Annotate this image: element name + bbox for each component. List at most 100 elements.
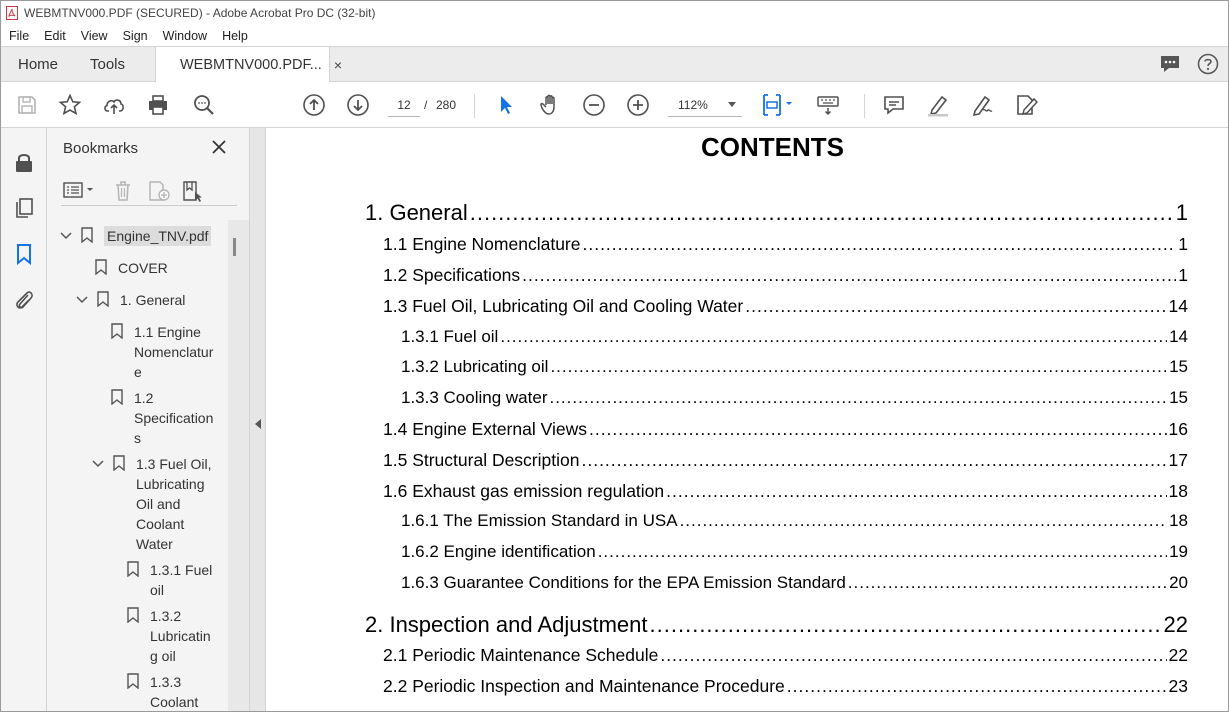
tab-tools[interactable]: Tools [90,47,125,82]
bookmark-icon [127,561,139,577]
toc-entry[interactable]: 1.3 Fuel Oil, Lubricating Oil and Coolin… [383,296,1188,317]
zoom-search-icon[interactable] [192,93,216,117]
bookmark-icon [127,673,139,689]
star-bookmark-icon[interactable] [58,93,82,117]
toc-entry[interactable]: 2. Inspection and Adjustment............… [365,612,1188,638]
menu-sign[interactable]: Sign [114,29,154,43]
bookmark-options-icon[interactable] [63,180,97,200]
bookmarks-scrollbar[interactable] [228,220,249,712]
bookmark-label: 1.1 Engine Nomenclatur e [134,322,213,382]
bookmark-item-general[interactable]: 1. General [75,290,185,310]
lock-icon[interactable] [12,150,36,174]
bookmark-label-line: 1.2 [134,390,154,406]
bookmark-item-coolant[interactable]: 1.3.3 Coolant [127,672,198,712]
zoom-in-icon[interactable] [626,93,650,117]
tab-home[interactable]: Home [18,47,58,82]
page-thumbnails-icon[interactable] [12,196,36,220]
save-icon[interactable] [15,93,39,117]
bookmark-icon [113,455,125,471]
bookmark-icon [111,323,123,339]
draw-signature-icon[interactable] [970,93,994,117]
highlight-pen-icon[interactable] [926,93,950,117]
toc-entry[interactable]: 1.6 Exhaust gas emission regulation.....… [383,481,1188,502]
toc-entry[interactable]: 1.1 Engine Nomenclature.................… [383,234,1188,255]
bookmark-icon [97,291,109,307]
toc-leader-dots: ........................................… [582,234,1176,254]
bookmark-label: 1. General [120,292,186,308]
fill-sign-icon[interactable] [1014,93,1038,117]
fit-page-icon[interactable] [760,93,796,117]
zoom-level-select[interactable]: 112% [668,93,742,117]
toc-entry-page: 17 [1168,450,1188,470]
toc-entry-title: 2. Inspection and Adjustment [365,612,648,637]
page-number-input[interactable]: 12 [388,93,420,117]
chevron-down-icon[interactable] [59,229,73,243]
delete-bookmark-icon[interactable] [113,180,133,202]
close-tab-icon[interactable]: × [334,57,342,73]
hand-tool-icon[interactable] [538,93,562,117]
toc-entry[interactable]: 2.2 Periodic Inspection and Maintenance … [383,676,1188,697]
bookmark-label-line: Nomenclatur [134,344,214,360]
comment-bubble-icon[interactable] [1159,53,1181,75]
bookmark-item-engine-tnv[interactable]: Engine_TNV.pdf [59,226,212,246]
comment-icon[interactable] [882,93,906,117]
toc-entry[interactable]: 1.6.3 Guarantee Conditions for the EPA E… [401,573,1188,593]
left-navigation-rail [0,128,47,712]
document-view[interactable]: CONTENTS 1. General.....................… [266,128,1229,712]
toc-entry[interactable]: 1.6.1 The Emission Standard in USA......… [401,511,1188,531]
menu-view[interactable]: View [72,29,114,43]
bookmark-item-specifications[interactable]: 1.2 Specification s [111,388,213,448]
previous-page-icon[interactable] [302,93,326,117]
toc-entry[interactable]: 2.1 Periodic Maintenance Schedule.......… [383,645,1188,666]
bookmark-item-fuel-oil[interactable]: 1.3 Fuel Oil, Lubricating Oil and Coolant Wa… [91,454,211,554]
menu-file[interactable]: File [0,29,35,43]
toc-entry[interactable]: 1.3.1 Fuel oil..........................… [401,327,1188,347]
toc-leader-dots: ........................................… [679,511,1168,530]
toc-entry-title: 1.6.3 Guarantee Conditions for the EPA E… [401,573,846,592]
bookmark-label-line: Specification [134,410,214,426]
tab-document[interactable]: WEBMTNV000.PDF... × [155,47,342,83]
menu-window[interactable]: Window [154,29,213,43]
toc-entry-title: 1.2 Specifications [383,265,521,285]
menu-help[interactable]: Help [213,29,254,43]
bookmark-item-cover[interactable]: COVER [95,258,168,278]
toc-entry-page: 22 [1163,612,1188,637]
chevron-down-icon[interactable] [75,293,89,307]
toc-entry[interactable]: 1.6.2 Engine identification.............… [401,542,1188,562]
zoom-out-icon[interactable] [582,93,606,117]
attachments-icon[interactable] [12,288,36,312]
print-icon[interactable] [146,93,170,117]
toc-entry-page: 18 [1169,511,1188,530]
menu-edit[interactable]: Edit [35,29,72,43]
select-cursor-icon[interactable] [494,93,518,117]
panel-splitter[interactable] [249,128,266,712]
toc-entry[interactable]: 1. General..............................… [365,200,1188,226]
close-panel-icon[interactable] [211,139,227,155]
toc-entry-title: 1.1 Engine Nomenclature [383,234,581,254]
bookmark-label-line: 1.3.3 [150,674,182,690]
toolbar: 12 / 280 112% [0,82,1229,128]
next-page-icon[interactable] [346,93,370,117]
toc-leader-dots: ........................................… [500,327,1167,346]
bookmarks-panel-icon[interactable] [12,242,36,266]
new-bookmark-icon[interactable] [147,180,171,202]
toc-entry[interactable]: 1.2 Specifications......................… [383,265,1188,286]
toc-entry[interactable]: 1.4 Engine External Views...............… [383,419,1188,440]
bookmark-search-icon[interactable] [181,180,205,202]
bookmark-item-fuel-oil-sub[interactable]: 1.3.1 Fuel oil [127,560,212,600]
toc-entry[interactable]: 1.5 Structural Description..............… [383,450,1188,471]
bookmark-label: 1.3.2 Lubricatin g oil [150,606,211,666]
toc-entry-page: 16 [1168,419,1188,439]
chevron-down-icon[interactable] [91,457,105,471]
cloud-upload-icon[interactable] [102,93,126,117]
toc-leader-dots: ........................................… [666,481,1166,501]
keyboard-scroll-icon[interactable] [816,93,840,117]
bookmark-item-engine-nomenclature[interactable]: 1.1 Engine Nomenclatur e [111,322,213,382]
help-icon[interactable] [1197,53,1219,75]
toc-entry[interactable]: 1.3.3 Cooling water.....................… [401,388,1188,408]
toc-entry-title: 1.6 Exhaust gas emission regulation [383,481,665,501]
scrollbar-thumb[interactable] [233,238,236,256]
toc-entry[interactable]: 1.3.2 Lubricating oil...................… [401,357,1188,377]
collapse-panel-arrow-icon[interactable] [255,419,261,429]
bookmark-item-lubricating-oil[interactable]: 1.3.2 Lubricatin g oil [127,606,211,666]
